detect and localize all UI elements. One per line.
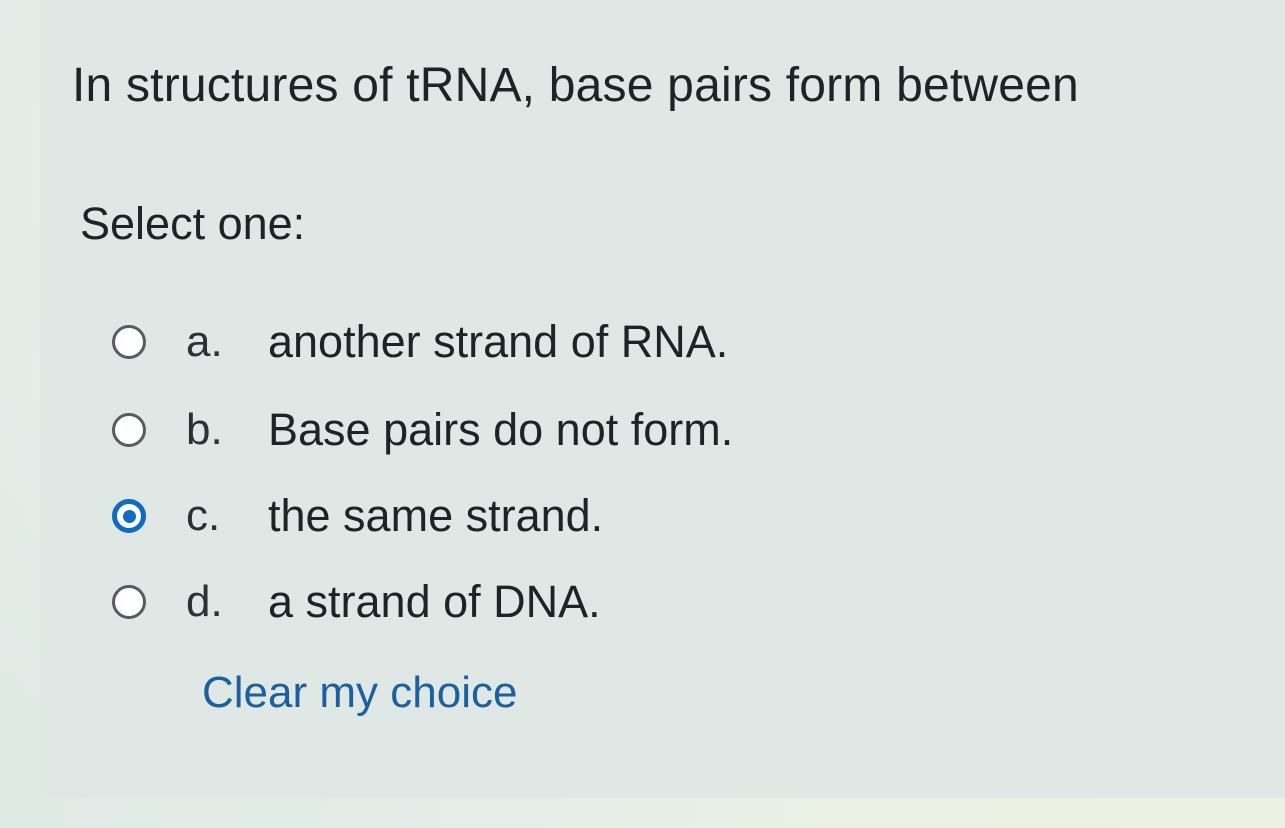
radio-button-d[interactable]	[112, 585, 146, 619]
screen-background: In structures of tRNA, base pairs form b…	[0, 0, 1285, 828]
option-text: Base pairs do not form.	[268, 404, 734, 455]
option-letter: b.	[186, 405, 223, 454]
option-text: the same strand.	[268, 490, 604, 541]
question-text: In structures of tRNA, base pairs form b…	[72, 59, 1079, 112]
select-one-prompt: Select one:	[80, 198, 306, 249]
radio-button-a[interactable]	[112, 325, 146, 359]
option-text: another strand of RNA.	[268, 316, 729, 367]
option-letter: c.	[186, 491, 221, 540]
option-b[interactable]: b. Base pairs do not form.	[112, 402, 733, 458]
option-text: a strand of DNA.	[268, 576, 601, 627]
radio-button-b[interactable]	[112, 413, 146, 447]
option-letter: d.	[186, 577, 223, 626]
clear-my-choice-link[interactable]: Clear my choice	[202, 668, 517, 718]
option-letter: a.	[186, 317, 223, 366]
radio-button-c[interactable]	[112, 499, 146, 533]
option-d[interactable]: d. a strand of DNA.	[112, 574, 601, 630]
option-c[interactable]: c. the same strand.	[112, 488, 603, 544]
option-a[interactable]: a. another strand of RNA.	[112, 314, 728, 370]
